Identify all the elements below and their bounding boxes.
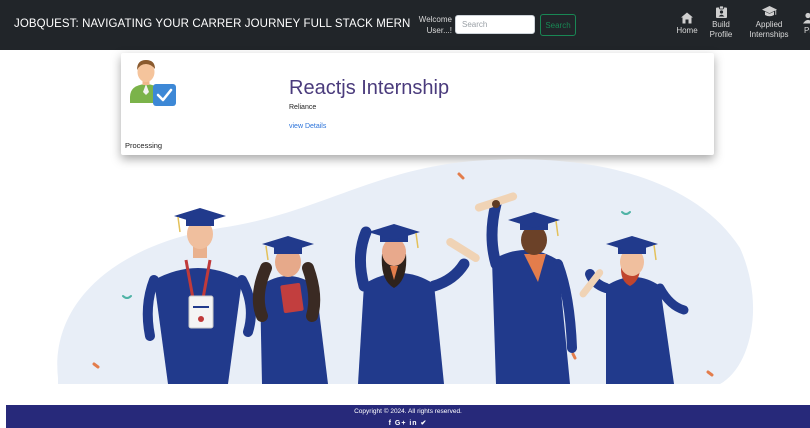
graduation-cap-icon — [761, 6, 777, 17]
internship-title: Reactjs Internship — [289, 77, 450, 99]
nav-applied-internships-label: Applied Internships — [749, 20, 789, 39]
clipboard-icon — [715, 6, 727, 18]
nav-build-profile[interactable]: Build Profile — [706, 6, 736, 40]
search-button[interactable]: Search — [540, 14, 576, 36]
nav-profile[interactable]: Pr — [796, 12, 810, 36]
company-name: Reliance — [289, 104, 317, 111]
social-icons[interactable]: f G+ in ✔ — [6, 419, 810, 427]
navbar: JOBQUEST: NAVIGATING YOUR CARRER JOURNEY… — [0, 0, 810, 50]
search-input[interactable] — [455, 15, 535, 34]
nav-profile-label: Pr — [804, 26, 810, 35]
nav-build-profile-label: Build Profile — [709, 20, 733, 39]
graduation-illustration — [57, 159, 754, 384]
home-icon — [681, 12, 693, 24]
profile-icon — [803, 12, 810, 24]
status-text: Processing — [125, 141, 163, 150]
user-check-icon — [130, 60, 176, 106]
brand-title[interactable]: JOBQUEST: NAVIGATING YOUR CARRER JOURNEY… — [14, 18, 410, 30]
copyright-text: Copyright © 2024. All rights reserved. — [354, 408, 462, 415]
view-details-link[interactable]: view Details — [289, 123, 326, 130]
nav-home[interactable]: Home — [674, 12, 700, 36]
welcome-text: Welcome User...! — [418, 15, 452, 35]
footer: Copyright © 2024. All rights reserved. f… — [6, 405, 810, 428]
application-card: Reactjs Internship Reliance view Details… — [121, 53, 714, 155]
nav-applied-internships[interactable]: Applied Internships — [746, 6, 792, 40]
nav-home-label: Home — [676, 26, 698, 35]
